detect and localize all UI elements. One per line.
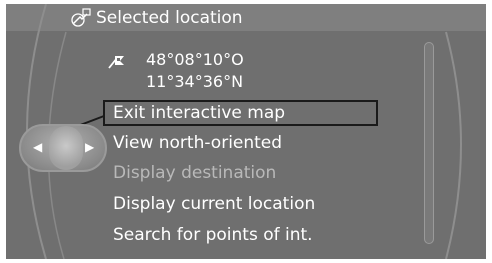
arrow-left-icon[interactable]: ◀ — [33, 140, 42, 154]
idrive-controller[interactable]: ◀ ▶ — [19, 124, 107, 172]
menu-item-view-north-oriented[interactable]: View north-oriented — [113, 132, 282, 154]
menu-item-search-points-of-interest[interactable]: Search for points of int. — [113, 224, 313, 246]
scrollbar[interactable] — [424, 42, 434, 244]
page-title: Selected location — [96, 8, 243, 28]
longitude-text: 11°34°36°N — [146, 72, 244, 91]
menu-item-display-destination: Display destination — [113, 163, 277, 183]
menu-item-display-current-location[interactable]: Display current location — [113, 193, 315, 215]
navigation-screen: Selected location 48°08°10°O 11°34°36°N … — [6, 4, 486, 259]
arrow-right-icon[interactable]: ▶ — [85, 140, 94, 154]
latitude-text: 48°08°10°O — [146, 50, 244, 69]
destination-flag-icon — [107, 54, 127, 70]
menu-item-exit-interactive-map[interactable]: Exit interactive map — [113, 102, 285, 124]
controller-knob — [49, 126, 83, 170]
map-pin-icon — [70, 8, 92, 28]
